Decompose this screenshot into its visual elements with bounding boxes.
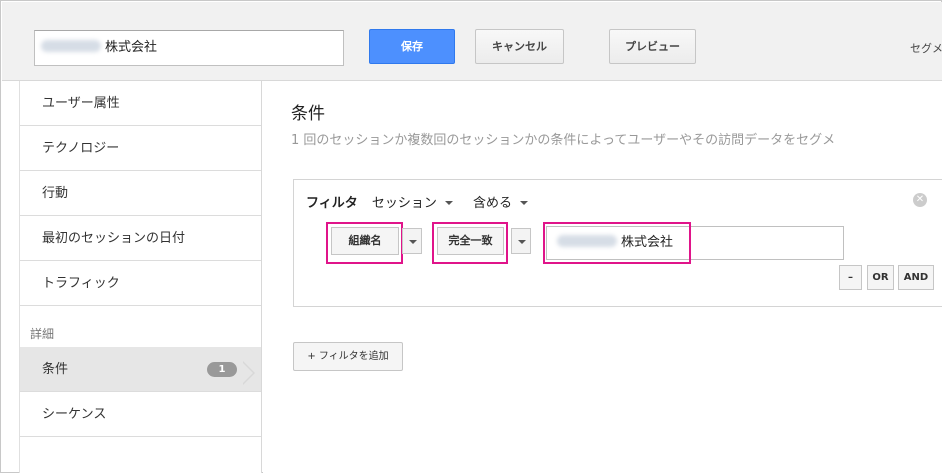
segment-name-input[interactable]: 株式会社 bbox=[34, 30, 344, 66]
redacted-text bbox=[41, 40, 101, 52]
include-dropdown[interactable]: 含める bbox=[473, 196, 529, 211]
scope-dropdown[interactable]: セッション bbox=[372, 196, 453, 211]
page-description: 1 回のセッションか複数回のセッションかの条件によってユーザーやその訪問データを… bbox=[291, 133, 836, 148]
chevron-down-icon bbox=[444, 201, 453, 205]
sidebar-section-advanced: 詳細 bbox=[30, 327, 55, 341]
sidebar-item-sequences[interactable]: シーケンス bbox=[20, 392, 261, 437]
preview-button[interactable]: プレビュー bbox=[609, 29, 696, 64]
scope-value: セッション bbox=[371, 196, 437, 211]
count-badge: 1 bbox=[207, 362, 237, 377]
remove-condition-button[interactable]: – bbox=[839, 265, 862, 290]
or-button[interactable]: OR bbox=[867, 265, 894, 290]
match-type-dropdown-arrow[interactable] bbox=[511, 228, 531, 254]
filter-card: フィルタ セッション 含める ✕ 組織名 完全一致 株式会社 – OR AND bbox=[293, 179, 942, 307]
segment-link[interactable]: セグメ bbox=[910, 40, 942, 56]
sidebar: ユーザー属性 テクノロジー 行動 最初のセッションの日付 トラフィック 詳細 条… bbox=[19, 81, 262, 473]
sidebar-item-technology[interactable]: テクノロジー bbox=[20, 126, 261, 171]
dimension-dropdown-arrow[interactable] bbox=[402, 228, 422, 254]
sidebar-item-traffic[interactable]: トラフィック bbox=[20, 261, 261, 306]
and-button[interactable]: AND bbox=[898, 265, 934, 290]
highlight-box bbox=[543, 222, 691, 264]
sidebar-item-label: 条件 bbox=[42, 362, 69, 377]
save-button[interactable]: 保存 bbox=[369, 29, 455, 64]
dimension-select[interactable]: 組織名 bbox=[331, 227, 399, 255]
toolbar: 株式会社 保存 キャンセル プレビュー セグメ bbox=[2, 2, 942, 81]
sidebar-item-demographics[interactable]: ユーザー属性 bbox=[20, 81, 261, 126]
sidebar-item-first-session-date[interactable]: 最初のセッションの日付 bbox=[20, 216, 261, 261]
filter-label: フィルタ bbox=[306, 196, 358, 211]
active-pointer-arrow bbox=[242, 361, 255, 385]
include-value: 含める bbox=[473, 196, 513, 211]
add-filter-button[interactable]: + フィルタを追加 bbox=[293, 342, 403, 371]
page-title: 条件 bbox=[291, 104, 325, 124]
close-icon[interactable]: ✕ bbox=[913, 193, 927, 207]
sidebar-item-behavior[interactable]: 行動 bbox=[20, 171, 261, 216]
filter-header: フィルタ セッション 含める bbox=[306, 192, 544, 211]
cancel-button[interactable]: キャンセル bbox=[475, 29, 564, 64]
chevron-down-icon bbox=[520, 201, 529, 205]
match-type-select[interactable]: 完全一致 bbox=[437, 227, 504, 255]
sidebar-item-conditions[interactable]: 条件 1 bbox=[20, 347, 261, 392]
segment-editor: 株式会社 保存 キャンセル プレビュー セグメ ユーザー属性 テクノロジー 行動… bbox=[0, 0, 942, 473]
main-panel: 条件 1 回のセッションか複数回のセッションかの条件によってユーザーやその訪問デ… bbox=[263, 81, 942, 473]
segment-name-text: 株式会社 bbox=[105, 40, 158, 55]
